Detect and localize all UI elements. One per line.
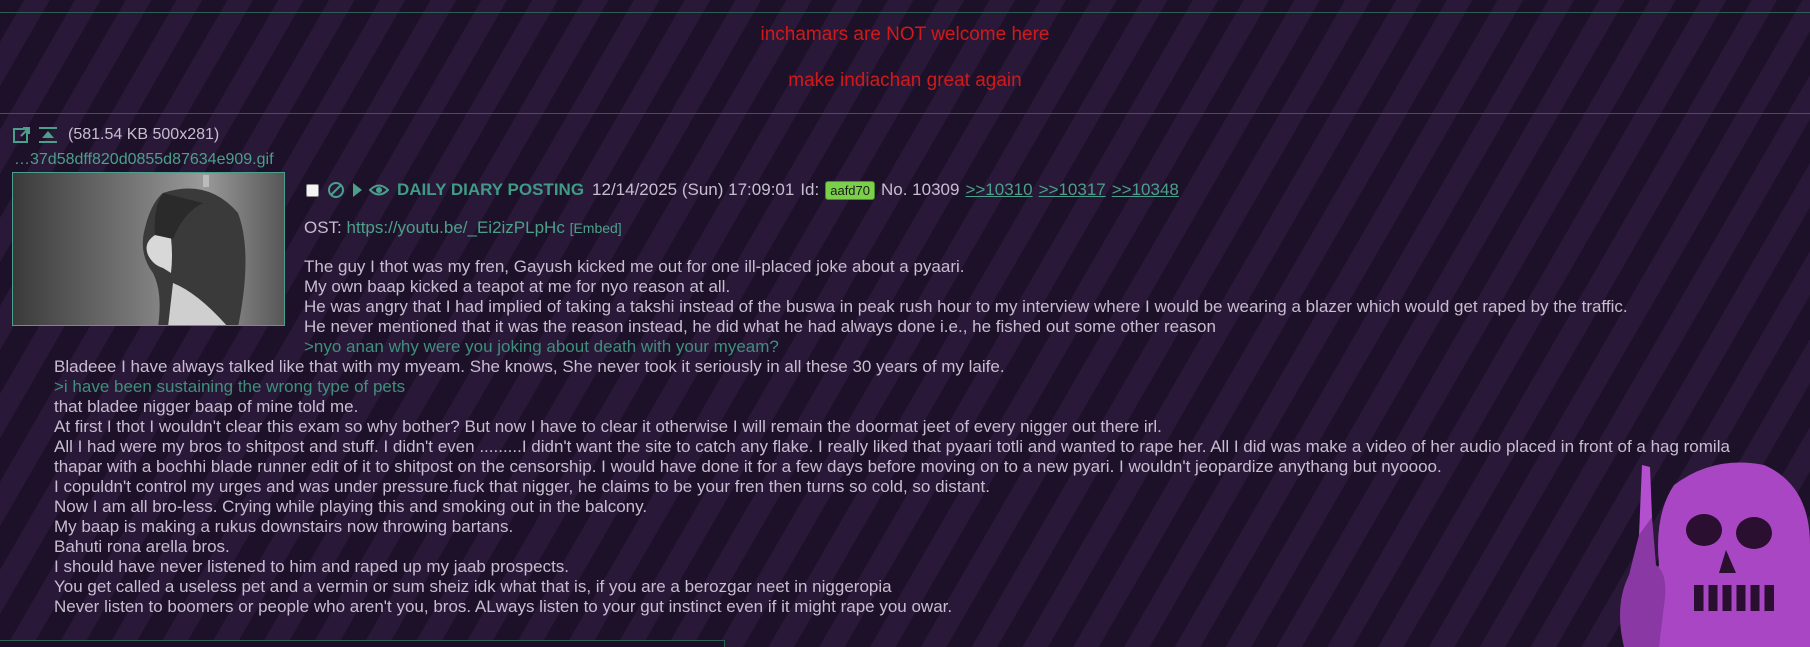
post-date: 12/14/2025 (Sun) 17:09:01 [592,180,795,199]
post-header: DAILY DIARY POSTING 12/14/2025 (Sun) 17:… [306,180,1179,200]
skull-mascot-image [1614,455,1810,647]
eye-icon[interactable] [369,182,389,198]
play-icon[interactable] [351,182,363,198]
backlink-10317[interactable]: >>10317 [1039,180,1106,200]
banner-line-2: make indiachan great again [788,70,1022,91]
post-subject: DAILY DIARY POSTING [397,180,585,199]
post-body-line: that bladee nigger baap of mine told me. [54,397,359,416]
backlink-10348[interactable]: >>10348 [1112,180,1179,200]
post-body-line: I copuldn't control my urges and was und… [54,477,990,496]
banner-line-1: inchamars are NOT welcome here [760,24,1050,45]
post-body-line: My baap is making a rukus downstairs now… [54,517,514,536]
open-external-icon[interactable] [12,126,32,144]
post-thumbnail[interactable] [12,172,285,326]
hide-icon[interactable] [327,181,345,199]
post-body-line: At first I thot I wouldn't clear this ex… [54,417,1162,436]
post-body-line: thapar with a bochhi blade runner edit o… [54,457,1442,476]
post-body-line: My own baap kicked a teapot at me for ny… [304,277,731,296]
embed-button[interactable]: [Embed] [570,220,622,236]
post-body-line: Now I am all bro-less. Crying while play… [54,497,648,516]
file-size-dimensions: (581.54 KB 500x281) [68,126,220,143]
post-body-line: Never listen to boomers or people who ar… [54,597,953,616]
file-name-link[interactable]: …37d58dff820d0855d87634e909.gif [14,151,274,169]
post-body-line: I should have never listened to him and … [54,557,570,576]
download-icon[interactable] [38,126,58,144]
post-body-line: Bahuti rona arella bros. [54,537,230,556]
post-id-label: Id: [800,180,820,199]
file-info-bar: (581.54 KB 500x281) [12,126,219,144]
post-body-line: He never mentioned that it was the reaso… [304,317,1216,336]
ost-line: OST: https://youtu.be/_Ei2izPLpHc [Embed… [304,218,622,238]
poster-id-badge[interactable]: aafd70 [825,180,875,200]
post-body-line: All I had were my bros to shitpost and s… [54,437,1730,456]
post-number[interactable]: No. 10309 [881,180,959,200]
ost-youtube-link[interactable]: https://youtu.be/_Ei2izPLpHc [347,218,565,237]
ost-label: OST: [304,218,342,237]
post-body-line: You get called a useless pet and a vermi… [54,577,892,596]
next-post-edge [0,640,725,647]
greentext-line: >nyo anan why were you joking about deat… [304,337,779,356]
post-body-line: The guy I thot was my fren, Gayush kicke… [304,257,965,276]
post-body-line: He was angry that I had implied of takin… [304,297,1628,316]
post-body-line: Bladeee I have always talked like that w… [54,357,1005,376]
post-select-checkbox[interactable] [306,183,319,197]
greentext-line: >i have been sustaining the wrong type o… [54,377,406,396]
top-divider [0,12,1810,13]
banner-divider [0,113,1810,114]
backlink-10310[interactable]: >>10310 [965,180,1032,200]
